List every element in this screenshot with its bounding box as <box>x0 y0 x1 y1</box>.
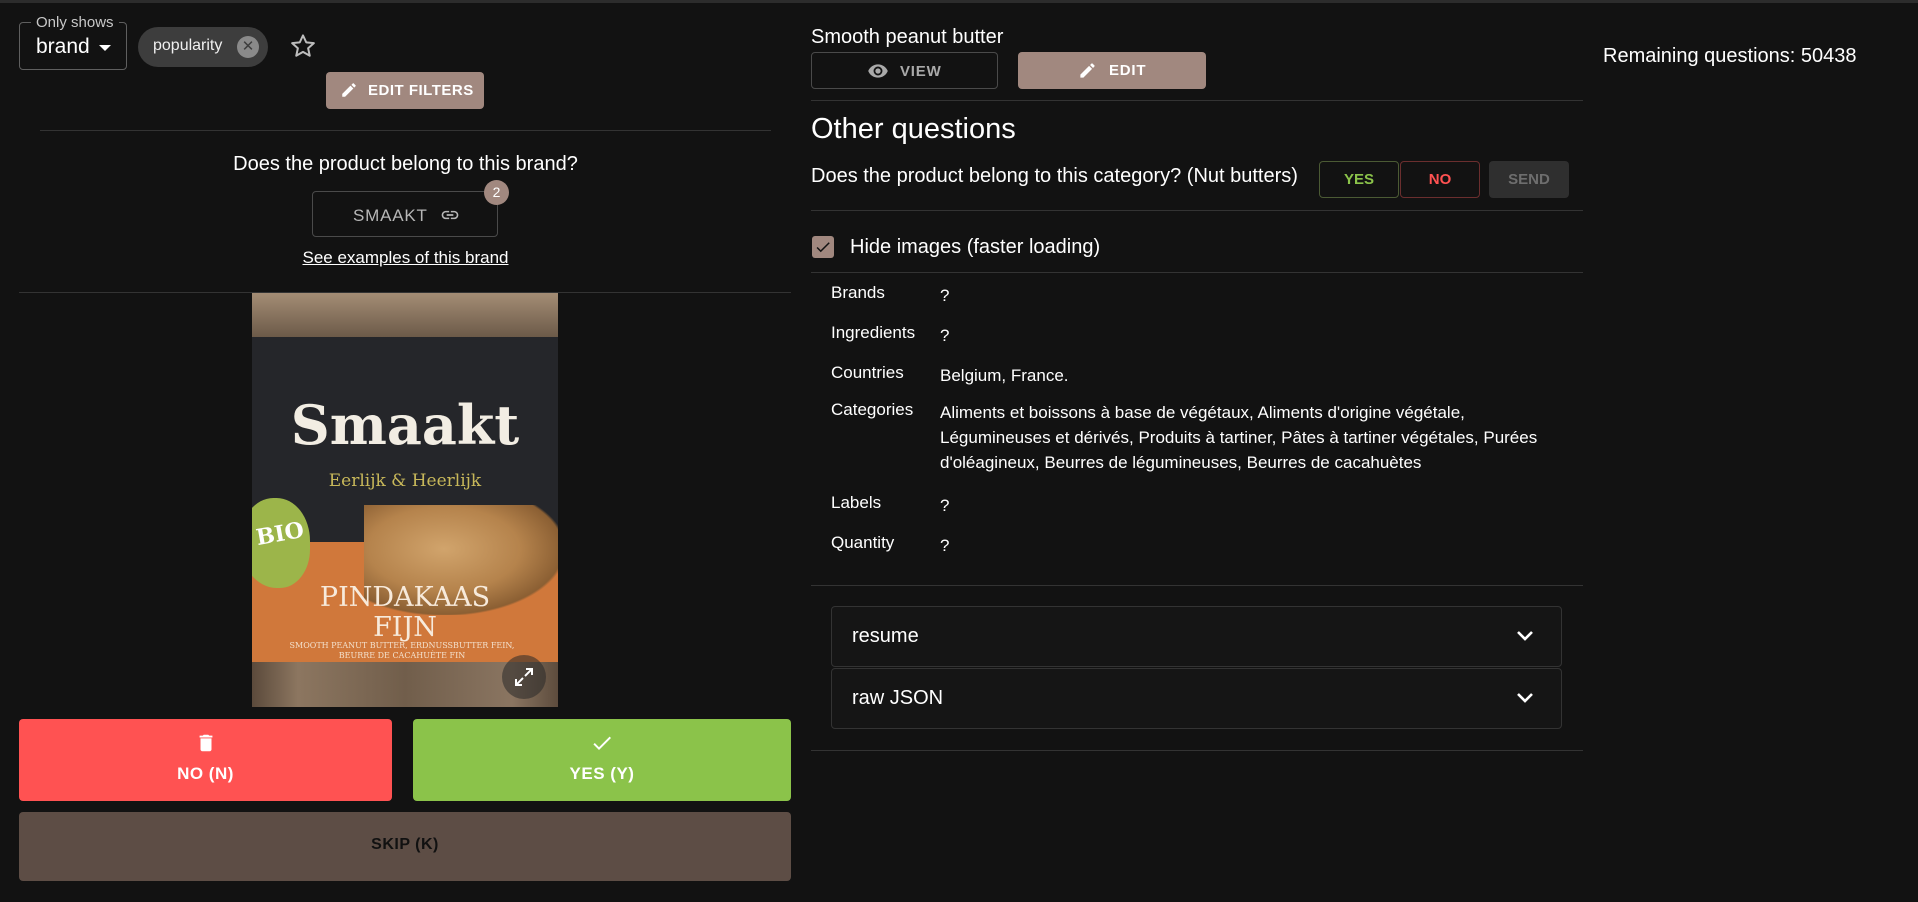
hide-images-checkbox[interactable] <box>812 236 834 258</box>
skip-button[interactable]: SKIP (K) <box>19 812 791 881</box>
remaining-questions: Remaining questions: 50438 <box>1603 45 1857 67</box>
image-name-line1: PINDAKAAS <box>319 582 491 613</box>
hide-images-label[interactable]: Hide images (faster loading) <box>850 236 1100 259</box>
divider <box>811 750 1583 751</box>
no-button-label: NO (N) <box>177 764 234 783</box>
info-value: ? <box>940 326 950 345</box>
see-examples-link[interactable]: See examples of this brand <box>40 248 771 268</box>
divider <box>811 100 1583 101</box>
divider <box>811 585 1583 586</box>
pencil-icon <box>1080 63 1095 78</box>
trash-icon <box>199 734 212 752</box>
filter-selected-value: brand <box>36 35 90 58</box>
image-smallprint: SMOOTH PEANUT BUTTER, ERDNUSSBUTTER FEIN… <box>289 641 515 660</box>
chevron-down-icon <box>99 45 111 51</box>
skip-button-label: SKIP (K) <box>371 836 439 853</box>
expand-icon <box>515 668 533 686</box>
edit-button[interactable]: EDIT <box>1018 52 1206 89</box>
edit-filters-button[interactable]: EDIT FILTERS <box>326 72 484 109</box>
pencil-icon <box>342 83 356 97</box>
image-name-line2: FIJN <box>373 612 437 643</box>
popularity-chip[interactable]: popularity ✕ <box>138 27 268 67</box>
yes-button[interactable]: YES (Y) <box>413 719 791 801</box>
close-icon[interactable]: ✕ <box>237 36 259 58</box>
product-image[interactable]: Smaakt Eerlijk & Heerlijk BIO PINDAKAAS … <box>252 293 558 707</box>
chevron-down-icon <box>1517 631 1533 641</box>
info-key: Labels <box>831 493 882 512</box>
check-icon <box>593 736 611 750</box>
category-no-button[interactable]: NO <box>1400 161 1480 198</box>
other-questions-title: Other questions <box>811 113 1016 145</box>
eye-icon <box>868 64 888 78</box>
divider <box>811 210 1583 211</box>
category-yes-button[interactable]: YES <box>1319 161 1399 198</box>
image-product-name: PINDAKAAS FIJN <box>252 583 558 643</box>
accordion-label: raw JSON <box>852 687 944 709</box>
info-key: Categories <box>831 400 914 419</box>
info-value: Aliments et boissons à base de végétaux,… <box>940 403 1538 472</box>
chevron-down-icon <box>1517 693 1533 703</box>
top-border <box>0 0 1918 3</box>
info-key: Brands <box>831 283 885 302</box>
info-key: Ingredients <box>831 323 916 342</box>
info-value: ? <box>940 536 950 555</box>
brand-question: Does the product belong to this brand? <box>233 153 578 175</box>
jar-lid <box>252 293 558 337</box>
image-slogan: Eerlijk & Heerlijk <box>328 471 482 491</box>
count-badge: 2 <box>484 180 509 205</box>
accordion-label: resume <box>852 625 919 647</box>
resume-accordion[interactable]: resume <box>831 606 1562 667</box>
expand-image-button[interactable] <box>502 655 546 699</box>
link-icon <box>441 210 459 220</box>
category-question: Does the product belong to this category… <box>811 165 1298 187</box>
star-icon[interactable] <box>288 31 318 61</box>
raw-json-accordion[interactable]: raw JSON <box>831 668 1562 729</box>
filter-legend: Only shows <box>31 14 119 31</box>
info-key: Quantity <box>831 533 895 552</box>
divider <box>811 272 1583 273</box>
info-value: ? <box>940 286 950 305</box>
check-icon <box>816 242 830 253</box>
view-label: VIEW <box>900 63 942 80</box>
info-value: Belgium, France. <box>940 366 1069 385</box>
brand-value-button[interactable]: SMAAKT 2 <box>312 180 509 237</box>
view-button[interactable]: VIEW <box>811 52 998 89</box>
divider <box>40 130 771 131</box>
edit-filters-label: EDIT FILTERS <box>368 82 474 99</box>
category-send-button[interactable]: SEND <box>1489 161 1569 198</box>
product-title: Smooth peanut butter <box>811 26 1004 48</box>
yes-button-label: YES (Y) <box>569 764 635 783</box>
info-value: ? <box>940 496 950 515</box>
brand-value: SMAAKT <box>353 206 428 225</box>
image-brand-text: Smaakt <box>290 393 520 457</box>
filter-type-select[interactable]: Only shows brand <box>19 14 127 70</box>
info-key: Countries <box>831 363 904 382</box>
chip-label: popularity <box>153 37 223 54</box>
no-button[interactable]: NO (N) <box>19 719 392 801</box>
edit-label: EDIT <box>1109 62 1147 79</box>
